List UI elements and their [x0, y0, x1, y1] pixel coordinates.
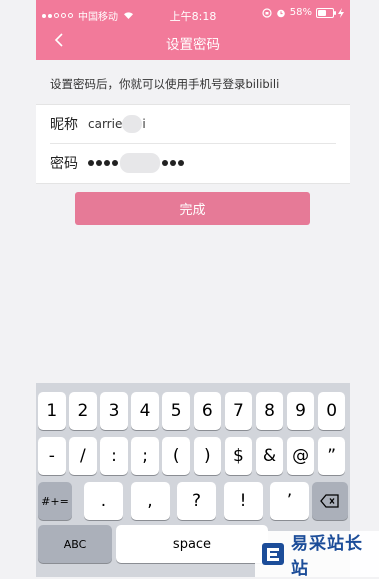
key-symbol-3[interactable]: ;: [131, 437, 159, 475]
battery-percent: 58%: [289, 7, 312, 18]
top-bar: 中国移动 上午8:18 58% 设置密码: [36, 0, 350, 60]
rotation-lock-icon: [262, 7, 272, 18]
status-bar: 中国移动 上午8:18 58%: [36, 0, 350, 28]
key-digit-8[interactable]: 9: [286, 392, 315, 430]
nickname-value: carrie i: [88, 115, 146, 133]
key-digit-0[interactable]: 1: [38, 392, 66, 430]
watermark-text: 易采站长站: [291, 534, 363, 579]
nav-bar: 设置密码: [36, 28, 350, 60]
account-form: 昵称 carrie i 密码: [36, 104, 350, 184]
key-symbol-7[interactable]: &: [255, 437, 284, 475]
key-digit-2[interactable]: 3: [100, 392, 128, 430]
password-label: 密码: [50, 156, 78, 172]
key-symbol-5[interactable]: ): [193, 437, 222, 475]
key-symbol-9[interactable]: ”: [317, 437, 346, 475]
key-punct-0[interactable]: .: [84, 482, 123, 520]
backspace-key[interactable]: [312, 482, 348, 520]
nickname-redaction: [122, 115, 143, 133]
key-digit-4[interactable]: 5: [162, 392, 190, 430]
key-punct-4[interactable]: ’: [270, 482, 309, 520]
key-digit-1[interactable]: 2: [69, 392, 97, 430]
watermark-logo-icon: [261, 542, 285, 566]
key-punct-1[interactable]: ,: [130, 482, 170, 520]
password-dots: [88, 160, 118, 166]
page-title: 设置密码: [166, 37, 220, 53]
nickname-text-end: i: [142, 117, 146, 131]
key-digit-7[interactable]: 8: [255, 392, 284, 430]
key-digit-6[interactable]: 7: [224, 392, 253, 430]
battery-icon: [316, 7, 336, 18]
done-button[interactable]: 完成: [75, 192, 310, 225]
space-key[interactable]: space: [116, 525, 268, 563]
key-punct-2[interactable]: ?: [177, 482, 216, 520]
nickname-text-start: carrie: [88, 117, 123, 131]
key-symbol-1[interactable]: /: [69, 437, 97, 475]
password-redaction: [120, 153, 160, 173]
key-symbol-6[interactable]: $: [224, 437, 253, 475]
backspace-icon: [320, 494, 339, 508]
nickname-row[interactable]: 昵称 carrie i: [50, 105, 336, 144]
charging-icon: [338, 7, 344, 18]
key-symbol-8[interactable]: @: [286, 437, 315, 475]
password-hint: 设置密码后，你就可以使用手机号登录bilibili: [50, 77, 280, 91]
watermark: 易采站长站: [255, 531, 379, 579]
key-abc[interactable]: ABC: [38, 525, 112, 563]
key-punct-3[interactable]: !: [223, 482, 263, 520]
key-digit-9[interactable]: 0: [317, 392, 346, 430]
key-symbol-2[interactable]: :: [100, 437, 128, 475]
key-symbol-4[interactable]: (: [162, 437, 190, 475]
key-digit-5[interactable]: 6: [193, 392, 222, 430]
password-row[interactable]: 密码: [50, 144, 336, 182]
alarm-icon: [276, 9, 285, 17]
nickname-label: 昵称: [50, 117, 78, 133]
password-field[interactable]: [88, 153, 184, 173]
key-digit-3[interactable]: 4: [131, 392, 159, 430]
key-symbol-0[interactable]: -: [38, 437, 66, 475]
key-symbols-toggle[interactable]: #+=: [38, 482, 72, 520]
